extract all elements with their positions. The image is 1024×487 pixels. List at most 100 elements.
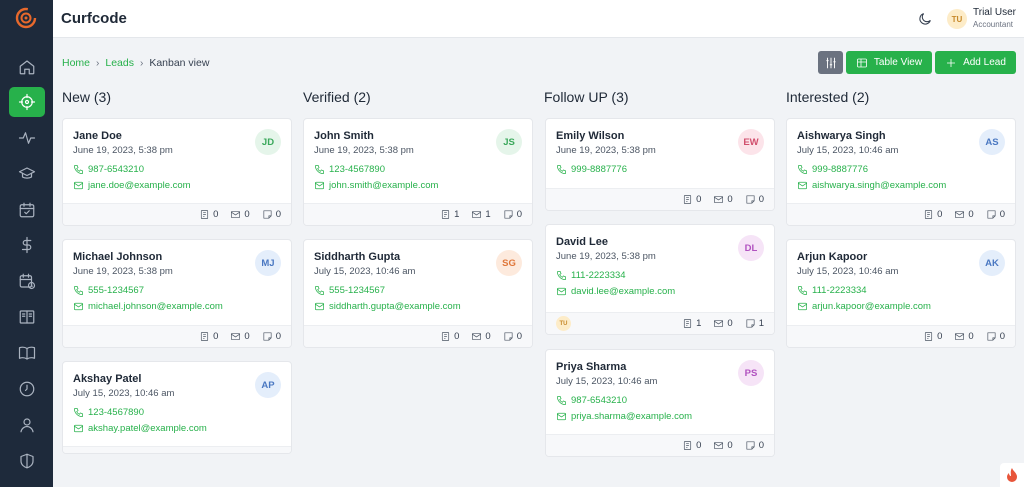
sidebar-item-home[interactable] bbox=[9, 52, 45, 82]
emails-count[interactable]: 0 bbox=[471, 331, 491, 342]
emails-count[interactable]: 0 bbox=[954, 209, 974, 220]
mail-icon bbox=[798, 181, 807, 190]
theme-toggle-button[interactable] bbox=[917, 11, 933, 27]
lead-name[interactable]: Jane Doe bbox=[73, 130, 122, 142]
lead-card[interactable]: David Lee June 19, 2023, 5:38 pm 111-222… bbox=[545, 224, 775, 335]
lead-phone-link[interactable]: 987-6543210 bbox=[73, 164, 144, 175]
comments-count[interactable]: 0 bbox=[262, 331, 281, 342]
lead-avatar: JS bbox=[496, 129, 522, 155]
lead-name[interactable]: Arjun Kapoor bbox=[797, 251, 867, 263]
table-view-button[interactable]: Table View bbox=[846, 51, 932, 74]
lead-card[interactable]: Akshay Patel July 15, 2023, 10:46 am 123… bbox=[62, 361, 292, 454]
lead-email-link[interactable]: priya.sharma@example.com bbox=[556, 411, 692, 422]
lead-phone-link[interactable]: 123-4567890 bbox=[314, 164, 385, 175]
sidebar bbox=[0, 0, 53, 487]
comments-count[interactable]: 0 bbox=[986, 331, 1005, 342]
lead-card[interactable]: Siddharth Gupta July 15, 2023, 10:46 am … bbox=[303, 239, 533, 348]
lead-email-link[interactable]: arjun.kapoor@example.com bbox=[797, 301, 931, 312]
lead-phone: 987-6543210 bbox=[88, 164, 144, 175]
emails-count[interactable]: 0 bbox=[954, 331, 974, 342]
sidebar-item-users[interactable] bbox=[9, 410, 45, 440]
lead-name[interactable]: Michael Johnson bbox=[73, 251, 162, 263]
notes-count[interactable]: 0 bbox=[682, 194, 701, 205]
lead-card[interactable]: Arjun Kapoor July 15, 2023, 10:46 am 111… bbox=[786, 239, 1016, 348]
lead-name[interactable]: Emily Wilson bbox=[556, 130, 624, 142]
sidebar-item-leads[interactable] bbox=[9, 87, 45, 117]
notes-count[interactable]: 0 bbox=[199, 209, 218, 220]
lead-email-link[interactable]: siddharth.gupta@example.com bbox=[314, 301, 461, 312]
lead-card[interactable]: Priya Sharma July 15, 2023, 10:46 am 987… bbox=[545, 349, 775, 457]
support-widget-button[interactable] bbox=[1000, 463, 1024, 487]
sticky-note-icon bbox=[746, 441, 755, 450]
lead-name[interactable]: Priya Sharma bbox=[556, 361, 626, 373]
emails-count[interactable]: 0 bbox=[713, 440, 733, 451]
emails-count[interactable]: 0 bbox=[713, 318, 733, 329]
sidebar-item-attendance[interactable] bbox=[9, 195, 45, 225]
notes-count[interactable]: 0 bbox=[923, 209, 942, 220]
notes-count[interactable]: 0 bbox=[199, 331, 218, 342]
lead-phone-link[interactable]: 123-4567890 bbox=[73, 407, 144, 418]
breadcrumb-leads[interactable]: Leads bbox=[105, 57, 134, 69]
lead-name[interactable]: John Smith bbox=[314, 130, 374, 142]
sidebar-item-schedule[interactable] bbox=[9, 266, 45, 296]
lead-card[interactable]: Aishwarya Singh July 15, 2023, 10:46 am … bbox=[786, 118, 1016, 226]
lead-phone-link[interactable]: 555-1234567 bbox=[73, 285, 144, 296]
notes-count[interactable]: 0 bbox=[682, 440, 701, 451]
comments-count[interactable]: 0 bbox=[986, 209, 1005, 220]
lead-name[interactable]: Akshay Patel bbox=[73, 373, 141, 385]
emails-count[interactable]: 0 bbox=[713, 194, 733, 205]
sidebar-item-activity[interactable] bbox=[9, 123, 45, 153]
lead-email-link[interactable]: david.lee@example.com bbox=[556, 286, 675, 297]
lead-card[interactable]: Jane Doe June 19, 2023, 5:38 pm 987-6543… bbox=[62, 118, 292, 226]
notes-count[interactable]: 1 bbox=[682, 318, 701, 329]
lead-phone-link[interactable]: 555-1234567 bbox=[314, 285, 385, 296]
add-lead-button[interactable]: Add Lead bbox=[935, 51, 1016, 74]
breadcrumb-home[interactable]: Home bbox=[62, 57, 90, 69]
comments-count[interactable]: 0 bbox=[262, 209, 281, 220]
sidebar-item-books[interactable] bbox=[9, 338, 45, 368]
lead-card[interactable]: John Smith June 19, 2023, 5:38 pm 123-45… bbox=[303, 118, 533, 226]
lead-email-link[interactable]: jane.doe@example.com bbox=[73, 180, 191, 191]
lead-phone-link[interactable]: 999-8887776 bbox=[556, 164, 627, 175]
brand-logo-icon[interactable] bbox=[14, 6, 38, 30]
sidebar-item-library[interactable] bbox=[9, 302, 45, 332]
sidebar-item-courses[interactable] bbox=[9, 159, 45, 189]
lead-name[interactable]: David Lee bbox=[556, 236, 608, 248]
notes-count[interactable]: 0 bbox=[923, 331, 942, 342]
note-icon bbox=[684, 441, 692, 450]
phone-icon bbox=[315, 165, 324, 174]
lead-card[interactable]: Michael Johnson June 19, 2023, 5:38 pm 5… bbox=[62, 239, 292, 348]
owner-avatar[interactable]: TU bbox=[556, 316, 571, 331]
filter-button[interactable] bbox=[818, 51, 843, 74]
comments-count[interactable]: 0 bbox=[503, 331, 522, 342]
emails-count[interactable]: 0 bbox=[230, 209, 250, 220]
comments-count[interactable]: 0 bbox=[503, 209, 522, 220]
notes-count[interactable]: 1 bbox=[440, 209, 459, 220]
comments-count[interactable]: 1 bbox=[745, 318, 764, 329]
user-avatar[interactable]: TU bbox=[947, 9, 967, 29]
lead-email-link[interactable]: michael.johnson@example.com bbox=[73, 301, 223, 312]
lead-phone-link[interactable]: 111-2223334 bbox=[556, 270, 626, 281]
lead-phone-link[interactable]: 987-6543210 bbox=[556, 395, 627, 406]
lead-email-link[interactable]: akshay.patel@example.com bbox=[73, 423, 207, 434]
lead-phone-link[interactable]: 999-8887776 bbox=[797, 164, 868, 175]
lead-email-link[interactable]: aishwarya.singh@example.com bbox=[797, 180, 946, 191]
notes-count[interactable]: 0 bbox=[440, 331, 459, 342]
emails-count[interactable]: 0 bbox=[230, 331, 250, 342]
lead-card[interactable]: Emily Wilson June 19, 2023, 5:38 pm 999-… bbox=[545, 118, 775, 211]
lead-name[interactable]: Siddharth Gupta bbox=[314, 251, 400, 263]
mail-icon bbox=[315, 302, 324, 311]
user-name[interactable]: Trial User bbox=[973, 7, 1016, 18]
comments-count[interactable]: 0 bbox=[745, 194, 764, 205]
lead-phone-link[interactable]: 111-2223334 bbox=[797, 285, 867, 296]
sidebar-item-finance[interactable] bbox=[9, 230, 45, 260]
lead-email-link[interactable]: john.smith@example.com bbox=[314, 180, 438, 191]
sidebar-item-history[interactable] bbox=[9, 374, 45, 404]
phone-icon bbox=[74, 165, 83, 174]
lead-date: June 19, 2023, 5:38 pm bbox=[73, 266, 173, 277]
lead-phone: 123-4567890 bbox=[329, 164, 385, 175]
emails-count[interactable]: 1 bbox=[471, 209, 491, 220]
sidebar-item-security[interactable] bbox=[9, 446, 45, 476]
comments-count[interactable]: 0 bbox=[745, 440, 764, 451]
lead-name[interactable]: Aishwarya Singh bbox=[797, 130, 886, 142]
